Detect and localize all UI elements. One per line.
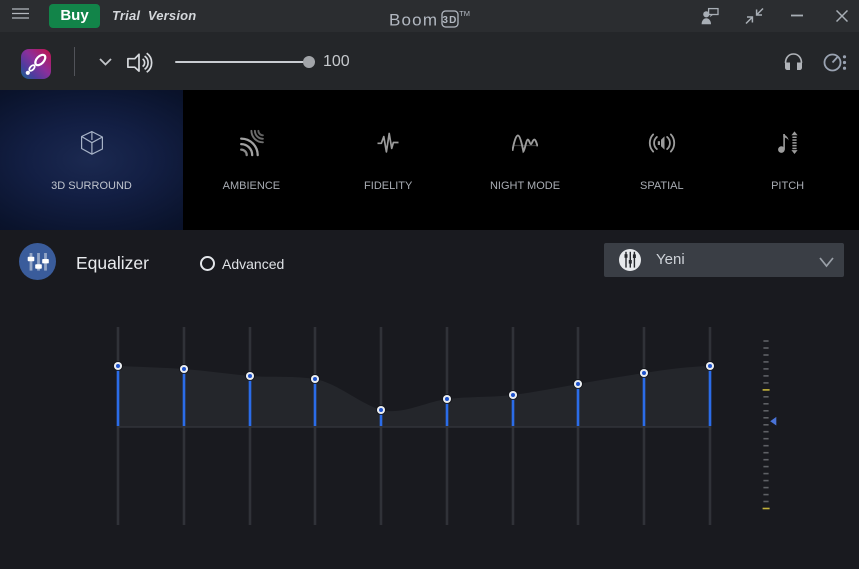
svg-text:3D: 3D: [443, 15, 458, 26]
